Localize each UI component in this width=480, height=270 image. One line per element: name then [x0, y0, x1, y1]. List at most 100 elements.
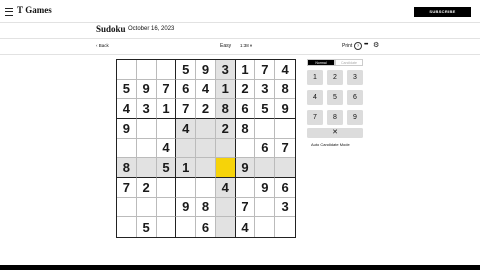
sudoku-cell[interactable]: [215, 217, 236, 237]
sudoku-cell[interactable]: 9: [275, 99, 295, 119]
sudoku-cell[interactable]: [117, 60, 137, 80]
sudoku-cell[interactable]: [176, 177, 197, 198]
sudoku-cell[interactable]: 1: [215, 79, 236, 100]
sudoku-cell[interactable]: 4: [196, 79, 216, 100]
sudoku-cell[interactable]: 2: [215, 118, 236, 139]
sudoku-cell[interactable]: [117, 138, 137, 159]
sudoku-cell[interactable]: 2: [196, 99, 216, 119]
key-6[interactable]: 6: [347, 90, 363, 105]
sudoku-cell[interactable]: [176, 138, 197, 159]
erase-button[interactable]: ✕: [307, 128, 363, 138]
sudoku-cell[interactable]: 9: [235, 158, 256, 178]
sudoku-cell[interactable]: 8: [215, 99, 236, 119]
tab-normal[interactable]: Normal: [307, 59, 335, 66]
sudoku-cell[interactable]: [156, 177, 177, 198]
sudoku-cell[interactable]: 5: [156, 158, 177, 178]
sudoku-cell[interactable]: 8: [117, 158, 137, 178]
key-8[interactable]: 8: [327, 110, 343, 125]
sudoku-cell[interactable]: 5: [176, 60, 197, 80]
sudoku-cell[interactable]: 7: [275, 139, 295, 159]
sudoku-cell[interactable]: [196, 138, 216, 159]
sudoku-cell[interactable]: [176, 217, 197, 237]
sudoku-cell[interactable]: [136, 118, 157, 139]
sudoku-cell[interactable]: [117, 217, 137, 237]
key-7[interactable]: 7: [307, 110, 323, 125]
sudoku-cell[interactable]: [255, 158, 276, 178]
sudoku-cell[interactable]: 9: [255, 177, 276, 198]
sudoku-cell[interactable]: 3: [255, 79, 276, 100]
sudoku-cell[interactable]: 6: [196, 217, 216, 237]
key-9[interactable]: 9: [347, 110, 363, 125]
sudoku-cell[interactable]: 2: [136, 177, 157, 198]
sudoku-cell[interactable]: [156, 118, 177, 139]
sudoku-cell[interactable]: 9: [176, 197, 197, 218]
sudoku-cell[interactable]: [136, 60, 157, 80]
sudoku-cell[interactable]: [255, 217, 276, 237]
sudoku-cell[interactable]: 4: [156, 138, 177, 159]
sudoku-cell[interactable]: 2: [235, 79, 256, 100]
sudoku-cell[interactable]: [275, 158, 295, 178]
sudoku-cell[interactable]: [235, 177, 256, 198]
sudoku-cell[interactable]: [156, 197, 177, 218]
print-button[interactable]: Print: [342, 43, 352, 49]
sudoku-cell[interactable]: 5: [117, 79, 137, 100]
sudoku-cell[interactable]: [215, 138, 236, 159]
auto-candidate-toggle[interactable]: Auto Candidate Mode: [311, 142, 350, 147]
sudoku-cell[interactable]: 8: [275, 80, 295, 100]
timer[interactable]: 1:38 ⏸: [240, 43, 252, 48]
sudoku-cell[interactable]: 4: [236, 217, 256, 237]
sudoku-cell[interactable]: 1: [176, 158, 197, 178]
sudoku-cell[interactable]: [196, 118, 216, 139]
sudoku-cell[interactable]: 7: [235, 197, 256, 218]
sudoku-cell[interactable]: 7: [176, 99, 197, 119]
help-icon[interactable]: ?: [354, 42, 362, 50]
key-2[interactable]: 2: [327, 70, 343, 85]
sudoku-cell[interactable]: 6: [255, 138, 276, 159]
sudoku-cell[interactable]: 4: [215, 177, 236, 198]
sudoku-cell[interactable]: 7: [255, 60, 276, 80]
sudoku-cell[interactable]: [215, 158, 236, 178]
sudoku-cell[interactable]: 3: [215, 60, 236, 80]
sudoku-cell[interactable]: [156, 60, 177, 80]
sudoku-cell[interactable]: [275, 119, 295, 139]
sudoku-cell[interactable]: 4: [117, 99, 137, 119]
sudoku-cell[interactable]: [255, 197, 276, 218]
sudoku-cell[interactable]: 3: [275, 198, 295, 218]
brand-logo[interactable]: Т Games: [17, 5, 52, 15]
key-4[interactable]: 4: [307, 90, 323, 105]
key-3[interactable]: 3: [347, 70, 363, 85]
sudoku-cell[interactable]: [136, 197, 157, 218]
sudoku-cell[interactable]: [235, 138, 256, 159]
key-5[interactable]: 5: [327, 90, 343, 105]
sudoku-cell[interactable]: [215, 197, 236, 218]
sudoku-cell[interactable]: 9: [136, 79, 157, 100]
gear-icon[interactable]: ⚙: [373, 42, 379, 49]
sudoku-cell[interactable]: 9: [196, 60, 216, 80]
sudoku-cell[interactable]: 5: [255, 99, 276, 119]
sudoku-cell[interactable]: [136, 138, 157, 159]
sudoku-cell[interactable]: 6: [275, 178, 295, 198]
sudoku-cell[interactable]: 9: [117, 118, 137, 139]
sudoku-cell[interactable]: 7: [156, 79, 177, 100]
back-link[interactable]: ‹ Back: [96, 43, 109, 48]
sudoku-cell[interactable]: 5: [137, 217, 157, 237]
sudoku-cell[interactable]: 4: [275, 60, 295, 80]
key-1[interactable]: 1: [307, 70, 323, 85]
subscribe-button[interactable]: SUBSCRIBE: [414, 7, 471, 17]
sudoku-cell[interactable]: 1: [156, 99, 177, 119]
sudoku-cell[interactable]: [157, 217, 177, 237]
sudoku-cell[interactable]: [117, 197, 137, 218]
sudoku-cell[interactable]: 3: [136, 99, 157, 119]
sudoku-cell[interactable]: 6: [235, 99, 256, 119]
sudoku-cell[interactable]: [196, 158, 216, 178]
sudoku-cell[interactable]: [275, 217, 295, 237]
sudoku-cell[interactable]: 8: [235, 118, 256, 139]
tab-candidate[interactable]: Candidate: [335, 59, 363, 66]
hamburger-menu-icon[interactable]: [5, 8, 13, 16]
sudoku-cell[interactable]: 7: [117, 177, 137, 198]
sudoku-cell[interactable]: [196, 177, 216, 198]
more-options-icon[interactable]: •••: [364, 42, 368, 48]
sudoku-cell[interactable]: 4: [176, 118, 197, 139]
sudoku-cell[interactable]: 1: [235, 60, 256, 80]
sudoku-cell[interactable]: [255, 118, 276, 139]
